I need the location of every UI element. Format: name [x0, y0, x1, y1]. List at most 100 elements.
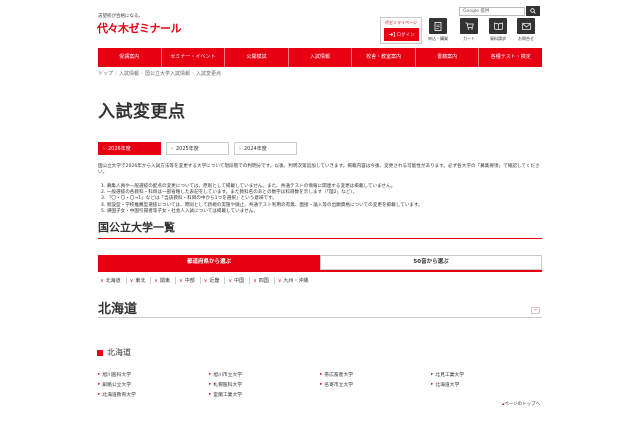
header-link-application[interactable]: 申込・購買 — [427, 18, 449, 44]
mypage-label: 代ゼミマイページ — [385, 20, 417, 25]
tab-label: 2025年度 — [176, 146, 199, 152]
contact-label: お問合せ — [518, 36, 534, 41]
region-label: 関東 — [160, 278, 171, 284]
region-link-kinki[interactable]: ∨ 近畿 — [199, 277, 225, 284]
tab-2025[interactable]: › 2025年度 — [166, 142, 229, 155]
chevron-down-icon: ∨ — [154, 277, 159, 284]
logo-tagline: 志望校が合格になる。 — [98, 14, 143, 19]
chevron-right-icon: › — [103, 145, 105, 152]
region-link-kanto[interactable]: ∨ 関東 — [150, 277, 175, 284]
tab-by-syllabary[interactable]: 50音から選ぶ — [320, 255, 542, 270]
region-link-hokkaido[interactable]: ∨ 北海道 — [98, 277, 126, 285]
search-button[interactable] — [526, 6, 540, 16]
note-item: 5. 帰国子女・中国引揚者等子女・社会人入試については掲載していません。 — [101, 208, 258, 214]
site-header: 志望校が合格になる。 代々木ゼミナール 代ゼミマイページ ログイン Google… — [0, 0, 640, 46]
region-divider — [98, 317, 542, 318]
nav-item-seminars[interactable]: セミナー・イベント — [162, 48, 226, 67]
university-link[interactable]: ▸ 北海道教育大学 — [98, 391, 136, 398]
arrow-right-icon: ▸ — [209, 392, 212, 397]
region-links: ∨ 北海道 ∨ 東北 ∨ 関東 ∨ 中部 ∨ 近畿 ∨ 中国 ∨ 四国 ∨ 九州・沖縄 — [98, 277, 314, 284]
prefecture-label: 北海道 — [107, 348, 131, 357]
header-link-cart[interactable]: カート — [458, 18, 480, 44]
breadcrumb: トップ › 入試情報 › 国公立大学入試情報 › 入試変更点 — [98, 70, 221, 77]
search-input[interactable]: Google 提供 — [459, 7, 525, 16]
university-name: 札幌医科大学 — [213, 383, 243, 388]
university-link[interactable]: ▸ 帯広畜産大学 — [320, 371, 353, 378]
cart-label: カート — [463, 36, 475, 41]
breadcrumb-admissions[interactable]: 入試情報 — [119, 71, 139, 77]
collapse-toggle-button[interactable]: － — [531, 307, 540, 314]
region-link-kyushu-okinawa[interactable]: ∨ 九州・沖縄 — [273, 277, 314, 284]
nav-item-books[interactable]: 書籍案内 — [416, 48, 480, 67]
university-link[interactable]: ▸ 札幌医科大学 — [209, 381, 242, 388]
university-link[interactable]: ▸ 名寄市立大学 — [320, 381, 353, 388]
region-label: 東北 — [135, 278, 146, 284]
university-name: 北海道大学 — [435, 383, 460, 388]
search-mode-tabs: 都道府県から選ぶ 50音から選ぶ — [98, 255, 542, 270]
region-link-chugoku[interactable]: ∨ 中国 — [224, 277, 249, 284]
nav-item-campuses[interactable]: 校舎・教室案内 — [352, 48, 416, 67]
region-label: 九州・沖縄 — [283, 278, 309, 284]
nav-item-admissions[interactable]: 入試情報 — [289, 48, 353, 67]
breadcrumb-home[interactable]: トップ — [98, 71, 113, 77]
header-link-contact[interactable]: お問合せ — [515, 18, 537, 44]
tab-2024[interactable]: › 2024年度 — [234, 142, 297, 155]
nav-item-courses[interactable]: 受講案内 — [98, 48, 162, 67]
university-name: 釧路公立大学 — [102, 383, 132, 388]
cart-icon — [460, 18, 478, 34]
university-name: 旭川医科大学 — [102, 373, 132, 378]
document-request-label: 資料請求 — [490, 36, 506, 41]
arrow-right-icon: ▸ — [431, 372, 434, 377]
region-link-shikoku[interactable]: ∨ 四国 — [249, 277, 274, 284]
arrow-right-icon: ▸ — [320, 382, 323, 387]
page-title: 入試変更点 — [98, 102, 186, 122]
university-link[interactable]: ▸ 北見工業大学 — [431, 371, 464, 378]
tabs-underline — [98, 270, 542, 272]
university-name: 帯広畜産大学 — [324, 373, 354, 378]
contact-icon — [517, 18, 535, 34]
region-label: 近畿 — [209, 278, 220, 284]
login-label: ログイン — [396, 32, 415, 38]
university-link[interactable]: ▸ 旭川医科大学 — [98, 371, 131, 378]
chevron-down-icon: ∨ — [129, 277, 134, 284]
tab-by-prefecture[interactable]: 都道府県から選ぶ — [98, 255, 320, 270]
region-link-tohoku[interactable]: ∨ 東北 — [125, 277, 151, 284]
application-icon — [429, 18, 447, 34]
region-label: 中国 — [234, 278, 245, 284]
tab-2026[interactable]: › 2026年度 — [98, 142, 161, 155]
site-logo[interactable]: 代々木ゼミナール — [97, 20, 182, 36]
breadcrumb-national-public[interactable]: 国公立大学入試情報 — [145, 71, 190, 77]
nav-item-tests[interactable]: 各種テスト・検定 — [479, 48, 542, 67]
page-top-link[interactable]: ▴ページのトップへ — [502, 401, 540, 407]
tab-label: 2026年度 — [108, 146, 131, 152]
university-link[interactable]: ▸ 室蘭工業大学 — [209, 391, 242, 398]
region-link-chubu[interactable]: ∨ 中部 — [175, 277, 200, 284]
nav-item-mock-exams[interactable]: 公開模試 — [225, 48, 289, 67]
university-name: 旭川市立大学 — [213, 373, 243, 378]
university-name: 名寄市立大学 — [324, 383, 354, 388]
university-link[interactable]: ▸ 釧路公立大学 — [98, 381, 131, 388]
bullet-square-icon — [97, 349, 103, 356]
chevron-down-icon: ∨ — [100, 277, 104, 284]
notes-list: 1. 募集人員や一般選抜の配点の変更については、原則として掲載していません。また… — [101, 184, 541, 215]
header-link-document-request[interactable]: 資料請求 — [487, 18, 509, 44]
breadcrumb-current: 入試変更点 — [196, 71, 222, 77]
prefecture-heading: 北海道 — [97, 347, 131, 358]
arrow-right-icon: ▸ — [320, 372, 323, 377]
arrow-right-icon: ▸ — [209, 372, 212, 377]
university-link[interactable]: ▸ 北海道大学 — [431, 381, 459, 388]
university-name: 北見工業大学 — [435, 373, 465, 378]
region-label: 中部 — [184, 278, 195, 284]
chevron-down-icon: ∨ — [179, 277, 183, 284]
section-divider — [98, 238, 542, 239]
arrow-right-icon: ▸ — [209, 382, 212, 387]
chevron-right-icon: › — [239, 145, 241, 152]
university-name: 室蘭工業大学 — [213, 393, 243, 398]
chevron-right-icon: › — [171, 145, 173, 152]
arrow-right-icon: ▸ — [431, 382, 434, 387]
arrow-right-icon: ▸ — [98, 382, 101, 387]
university-link[interactable]: ▸ 旭川市立大学 — [209, 371, 242, 378]
global-nav: 受講案内 セミナー・イベント 公開模試 入試情報 校舎・教室案内 書籍案内 各種… — [98, 48, 542, 67]
breadcrumb-separator: › — [141, 71, 144, 77]
login-button[interactable]: ログイン — [384, 28, 419, 41]
